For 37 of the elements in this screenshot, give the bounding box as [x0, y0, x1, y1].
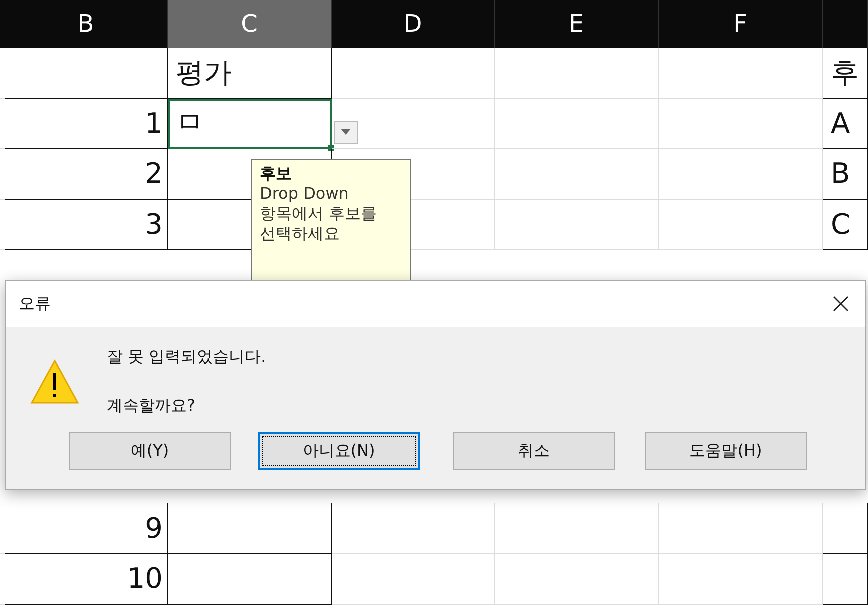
tooltip-text: 항목에서 후보를	[260, 204, 378, 224]
close-icon[interactable]	[833, 296, 849, 312]
table-cell[interactable]: 평가	[168, 48, 332, 99]
table-cell[interactable]: C	[823, 200, 868, 250]
column-header[interactable]: C	[168, 0, 332, 48]
table-cell[interactable]: 1	[5, 98, 168, 150]
dropdown-button[interactable]	[334, 120, 358, 144]
table-cell[interactable]: A	[823, 98, 868, 150]
tooltip-title: 후보	[260, 164, 293, 184]
column-header[interactable]: F	[659, 0, 823, 48]
table-cell[interactable]	[5, 48, 168, 99]
column-header[interactable]: D	[332, 0, 495, 48]
dialog-question: 계속할까요?	[107, 396, 196, 417]
dialog-title: 오류	[19, 294, 51, 314]
table-cell[interactable]: ㅁ	[168, 98, 332, 150]
dialog-button[interactable]: 아니요(N)	[258, 432, 420, 470]
column-header[interactable]: E	[495, 0, 659, 48]
table-cell[interactable]: 10	[5, 554, 168, 605]
table-cell[interactable]	[168, 503, 332, 554]
tooltip-text: 선택하세요	[260, 224, 341, 244]
dialog-button[interactable]: 취소	[453, 432, 615, 470]
dialog-button[interactable]: 예(Y)	[69, 432, 231, 470]
column-header[interactable]: B	[5, 0, 168, 48]
dialog-button[interactable]: 도움말(H)	[645, 432, 807, 470]
table-cell[interactable]: 후	[823, 48, 868, 99]
caret-icon	[341, 129, 351, 136]
table-cell[interactable]: 9	[5, 503, 168, 554]
table-cell[interactable]: 3	[5, 200, 168, 250]
table-cell[interactable]	[823, 554, 868, 605]
table-cell[interactable]	[168, 554, 332, 605]
dialog-message: 잘 못 입력되었습니다.	[107, 347, 266, 368]
column-header[interactable]	[823, 0, 868, 48]
table-cell[interactable]: 2	[5, 149, 168, 200]
warning-icon	[30, 359, 80, 405]
tooltip-text: Drop Down	[260, 184, 350, 204]
table-cell[interactable]	[823, 503, 868, 554]
table-cell[interactable]: B	[823, 149, 868, 200]
